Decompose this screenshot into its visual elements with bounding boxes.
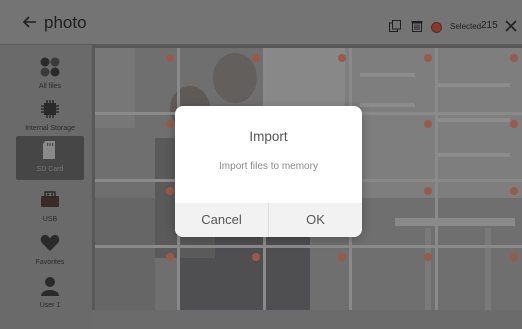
sidebar-item-sd-card[interactable]: SD Card — [16, 136, 84, 180]
selected-label: Selected — [450, 22, 482, 31]
dialog-message: Import files to memory — [219, 161, 318, 172]
back-icon[interactable] — [22, 14, 38, 30]
sidebar-item-label: Favorites — [35, 259, 65, 266]
dialog-title: Import — [249, 129, 288, 144]
cancel-button[interactable]: Cancel — [175, 203, 268, 237]
sidebar: All files Internal Storage SD Card USB F… — [0, 45, 92, 329]
page-title: photo — [44, 13, 87, 32]
usb-icon — [41, 191, 59, 207]
import-dialog: Import Import files to memory Cancel OK — [175, 106, 362, 237]
sidebar-item-label: User 1 — [39, 302, 61, 309]
sidebar-item-label: USB — [42, 216, 58, 223]
sidebar-item-label: All files — [38, 83, 62, 90]
dialog-actions: Cancel OK — [175, 203, 362, 237]
sd-card-icon — [43, 141, 55, 159]
chip-icon — [41, 100, 59, 118]
sidebar-item-favorites[interactable]: Favorites — [16, 229, 84, 273]
record-icon[interactable] — [432, 23, 441, 32]
close-icon[interactable] — [505, 20, 517, 32]
sidebar-item-label: Internal Storage — [25, 125, 75, 132]
title-bar: photo Selected 215 — [0, 0, 522, 45]
sidebar-item-user-1[interactable]: User 1 — [16, 272, 84, 316]
sidebar-item-usb[interactable]: USB — [16, 186, 84, 230]
ok-button[interactable]: OK — [269, 203, 362, 237]
user-icon — [41, 277, 59, 296]
bottom-strip — [92, 310, 522, 329]
selected-count: 215 — [481, 20, 498, 31]
trash-icon[interactable] — [411, 20, 423, 32]
sidebar-item-internal-storage[interactable]: Internal Storage — [16, 95, 84, 139]
sidebar-item-all-files[interactable]: All files — [16, 53, 84, 97]
grid-icon — [40, 57, 60, 77]
heart-icon — [40, 234, 60, 251]
copy-icon[interactable] — [389, 20, 401, 32]
sidebar-item-label: SD Card — [36, 166, 64, 173]
